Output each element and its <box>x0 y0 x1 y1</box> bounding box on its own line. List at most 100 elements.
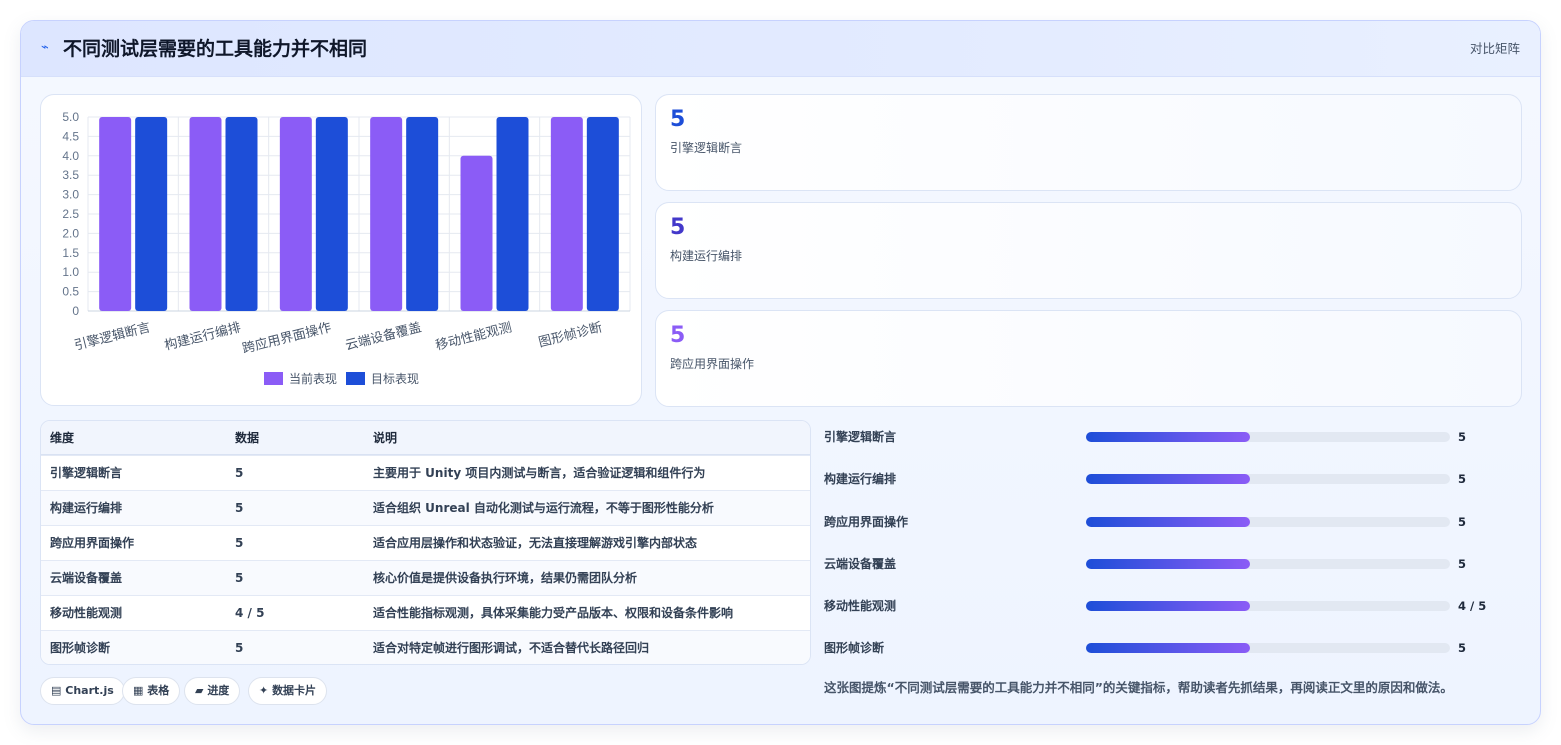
stat-label: 引擎逻辑断言 <box>670 141 743 155</box>
table-cell: 引擎逻辑断言 <box>50 466 123 480</box>
legend-label: 当前表现 <box>289 371 337 386</box>
progress-value: 5 <box>1458 641 1467 655</box>
x-tick-label: 构建运行编排 <box>163 320 242 353</box>
stat-card-2: 5 构建运行编排 <box>655 202 1522 299</box>
table-cell: 4 / 5 <box>235 606 265 620</box>
table-cell: 5 <box>235 641 244 655</box>
chip-chartjs[interactable]: ▤ Chart.js <box>40 677 125 705</box>
y-tick-label: 3.5 <box>62 168 79 182</box>
table-row: 云端设备覆盖 5 核心价值是提供设备执行环境，结果仍需团队分析 <box>41 560 810 595</box>
progress-row: 引擎逻辑断言 5 <box>824 425 1524 449</box>
legend-label: 目标表现 <box>371 372 419 386</box>
stat-card-3: 5 跨应用界面操作 <box>655 310 1522 407</box>
table-row: 跨应用界面操作 5 适合应用层操作和状态验证，无法直接理解游戏引擎内部状态 <box>41 525 810 560</box>
bar-target <box>586 117 619 311</box>
progress-value: 5 <box>1458 430 1467 444</box>
progress-value: 5 <box>1458 557 1467 571</box>
table-cell: 5 <box>235 466 244 480</box>
progress-fill <box>1086 432 1250 442</box>
y-tick-label: 4.5 <box>62 129 79 143</box>
y-tick-label: 0 <box>72 304 79 318</box>
progress-value: 5 <box>1458 472 1467 486</box>
chip-data-card[interactable]: ✦ 数据卡片 <box>248 677 328 705</box>
table-row: 构建运行编排 5 适合组织 Unreal 自动化测试与运行流程，不等于图形性能分… <box>41 490 810 525</box>
x-tick-label: 跨应用界面操作 <box>241 319 333 357</box>
table-row: 引擎逻辑断言 5 主要用于 Unity 项目内测试与断言，适合验证逻辑和组件行为 <box>41 455 810 490</box>
table-cell: 适合对特定帧进行图形调试，不适合替代长路径回归 <box>373 641 650 655</box>
bar-target <box>315 117 348 311</box>
x-tick-label: 移动性能观测 <box>434 320 513 353</box>
bar-target <box>135 117 168 311</box>
card-icon: ✦ <box>259 684 269 697</box>
progress-row: 云端设备覆盖 5 <box>824 552 1524 576</box>
y-tick-label: 3.0 <box>62 188 79 202</box>
progress-track <box>1086 559 1450 569</box>
table-cell: 图形帧诊断 <box>50 641 111 655</box>
table-cell: 5 <box>235 536 244 550</box>
table-cell: 移动性能观测 <box>50 606 123 620</box>
progress-track <box>1086 643 1450 653</box>
progress-row: 构建运行编排 5 <box>824 467 1524 491</box>
progress-fill <box>1086 517 1250 527</box>
table-cell: 5 <box>235 501 244 515</box>
table-cell: 跨应用界面操作 <box>50 536 135 550</box>
table-cell: 适合性能指标观测，具体采集能力受产品版本、权限和设备条件影响 <box>373 606 734 620</box>
page-title: 不同测试层需要的工具能力并不相同 <box>63 38 368 60</box>
progress-icon: ▰ <box>195 684 204 697</box>
progress-row: 跨应用界面操作 5 <box>824 510 1524 534</box>
comparison-card: ⌁ 不同测试层需要的工具能力并不相同 对比矩阵 5.0 4.5 4.0 3.5 3.0 2… <box>20 20 1541 725</box>
progress-label: 云端设备覆盖 <box>824 557 897 571</box>
y-tick-label: 2.0 <box>62 226 79 240</box>
progress-track <box>1086 601 1450 611</box>
progress-value: 4 / 5 <box>1458 599 1487 613</box>
bar-target <box>496 117 529 311</box>
progress-fill <box>1086 559 1250 569</box>
chip-progress[interactable]: ▰ 进度 <box>184 677 241 705</box>
progress-label: 移动性能观测 <box>824 599 897 613</box>
matrix-tag: 对比矩阵 <box>1469 41 1520 56</box>
progress-label: 跨应用界面操作 <box>824 515 909 529</box>
bar-target <box>406 117 439 311</box>
x-tick-label: 图形帧诊断 <box>537 320 604 350</box>
progress-row: 移动性能观测 4 / 5 <box>824 594 1524 618</box>
table-icon: ▦ <box>133 684 144 697</box>
bar-chart-panel: 5.0 4.5 4.0 3.5 3.0 2.5 2.0 1.5 1.0 0.5 0 引擎逻辑断言 构建运… <box>40 94 642 406</box>
bar-current <box>550 117 583 311</box>
legend-swatch <box>264 372 283 385</box>
table-row: 移动性能观测 4 / 5 适合性能指标观测，具体采集能力受产品版本、权限和设备条… <box>41 595 810 630</box>
bar-current <box>370 117 403 311</box>
stat-value: 5 <box>670 323 686 348</box>
y-tick-label: 2.5 <box>62 207 79 221</box>
progress-fill <box>1086 643 1250 653</box>
y-tick-label: 0.5 <box>62 285 79 299</box>
y-tick-label: 1.5 <box>62 246 79 260</box>
chip-label: 进度 <box>207 684 230 697</box>
progress-fill <box>1086 601 1250 611</box>
column-header: 说明 <box>373 431 398 445</box>
progress-fill <box>1086 474 1250 484</box>
chip-table[interactable]: ▦ 表格 <box>122 677 181 705</box>
progress-value: 5 <box>1458 515 1467 529</box>
x-tick-label: 云端设备覆盖 <box>344 319 424 353</box>
bar-target <box>225 117 258 311</box>
progress-label: 图形帧诊断 <box>824 641 885 655</box>
bar-current <box>189 117 222 311</box>
column-header: 数据 <box>235 431 260 445</box>
y-tick-label: 1.0 <box>62 265 79 279</box>
table-cell: 核心价值是提供设备执行环境，结果仍需团队分析 <box>373 571 638 585</box>
progress-label: 引擎逻辑断言 <box>824 430 897 444</box>
table-cell: 适合组织 Unreal 自动化测试与运行流程，不等于图形性能分析 <box>373 501 714 515</box>
card-header: ⌁ 不同测试层需要的工具能力并不相同 对比矩阵 <box>21 21 1540 77</box>
stat-value: 5 <box>670 107 686 132</box>
chart-icon: ▤ <box>51 684 62 697</box>
summary-note: 这张图提炼“不同测试层需要的工具能力并不相同”的关键指标，帮助读者先抓结果，再阅… <box>824 680 1453 695</box>
progress-label: 构建运行编排 <box>824 472 897 486</box>
stat-label: 跨应用界面操作 <box>670 357 755 371</box>
bar-current <box>279 117 312 311</box>
bar-current <box>460 155 493 311</box>
legend-swatch <box>346 372 365 385</box>
data-table: 维度 数据 说明 引擎逻辑断言 5 主要用于 Unity 项目内测试与断言，适合… <box>40 420 811 665</box>
spark-icon: ⌁ <box>41 40 49 55</box>
table-cell: 构建运行编排 <box>50 501 123 515</box>
bar-chart: 5.0 4.5 4.0 3.5 3.0 2.5 2.0 1.5 1.0 0.5 0 引擎逻辑断言 构建运… <box>62 110 631 386</box>
